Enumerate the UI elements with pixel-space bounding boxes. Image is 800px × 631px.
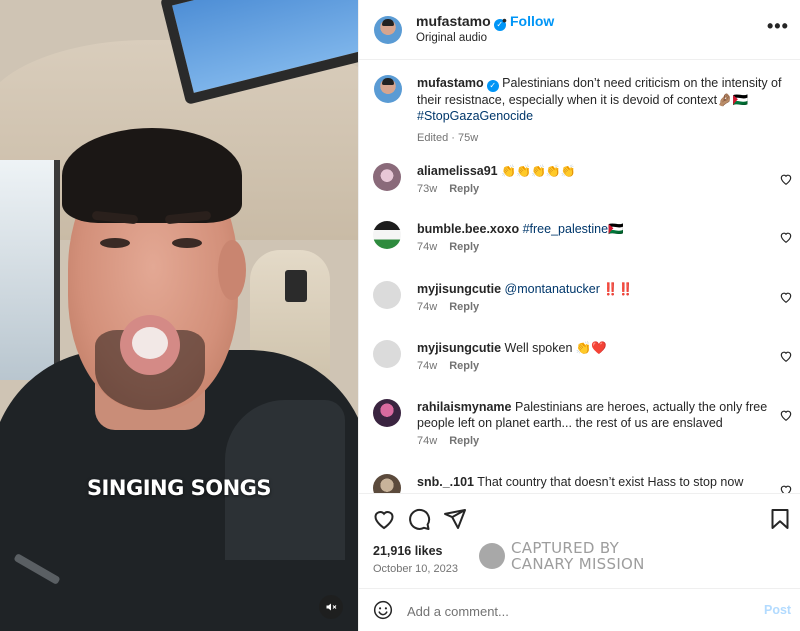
commenter-avatar[interactable] xyxy=(373,340,401,368)
post-button[interactable]: Post xyxy=(764,603,791,617)
heart-icon[interactable] xyxy=(779,483,793,493)
original-audio-link[interactable]: Original audio xyxy=(416,32,487,44)
mouth-inner xyxy=(132,327,168,359)
comment-item: rahilaismyname Palestinians are heroes, … xyxy=(373,399,793,461)
comment-item: myjisungcutie Well spoken 👏❤️ 74w Reply xyxy=(373,340,793,390)
comment-text: ‼️‼️ xyxy=(603,282,634,296)
comment-age: 74w xyxy=(417,360,438,372)
comment-age: 74w xyxy=(417,241,438,253)
heart-icon[interactable] xyxy=(779,230,793,244)
verified-icon: ✓ xyxy=(486,80,499,92)
commenter-avatar[interactable] xyxy=(373,399,401,427)
reply-button[interactable]: Reply xyxy=(449,435,479,447)
caption-meta: Edited · 75w xyxy=(417,132,479,144)
post-actions: 21,916 likes October 10, 2023 CAPTURED B… xyxy=(359,493,800,588)
commenter-avatar[interactable] xyxy=(373,281,401,309)
comment-username[interactable]: myjisungcutie xyxy=(417,282,501,296)
heart-icon[interactable] xyxy=(372,507,396,531)
comment-username[interactable]: bumble.bee.xoxo xyxy=(417,222,519,236)
comment-icon[interactable] xyxy=(407,507,431,531)
eye-right xyxy=(172,238,202,248)
mute-icon xyxy=(326,603,337,611)
comment-username[interactable]: myjisungcutie xyxy=(417,341,501,355)
video-caption: SINGING SONGS xyxy=(86,476,272,500)
add-comment-bar: Post xyxy=(359,588,800,631)
comment-text: 👏👏👏👏👏 xyxy=(501,164,576,178)
reply-button[interactable]: Reply xyxy=(449,183,479,195)
header-username-row[interactable]: mufastamo ✓ xyxy=(416,13,506,31)
post-caption: mufastamo ✓ Palestinians don’t need criti… xyxy=(417,75,787,144)
comment-item: myjisungcutie @montanatucker ‼️‼️ 74w Rep… xyxy=(373,281,793,331)
eye-left xyxy=(100,238,130,248)
comment-username[interactable]: snb._.101 xyxy=(417,475,474,489)
car-window xyxy=(0,160,60,380)
comment-item: bumble.bee.xoxo #free_palestine🇵🇸 74w Rep… xyxy=(373,221,793,271)
header-username[interactable]: mufastamo xyxy=(416,13,491,29)
reply-button[interactable]: Reply xyxy=(449,241,479,253)
comment-age: 74w xyxy=(417,435,438,447)
bookmark-icon[interactable] xyxy=(768,507,792,531)
hair xyxy=(62,128,242,223)
comment-text: Well spoken 👏❤️ xyxy=(504,341,607,355)
follow-button[interactable]: Follow xyxy=(510,13,554,29)
likes-count[interactable]: 21,916 likes xyxy=(373,544,443,558)
watermark-line2: CANARY MISSION xyxy=(511,555,645,573)
comment-mention[interactable]: @montanatucker xyxy=(505,282,600,296)
comment-age: 73w xyxy=(417,183,438,195)
caption-avatar[interactable] xyxy=(374,75,402,103)
comment-hashtag[interactable]: #free_palestine🇵🇸 xyxy=(523,222,624,236)
reply-button[interactable]: Reply xyxy=(449,360,479,372)
comments-list[interactable]: mufastamo ✓ Palestinians don’t need criti… xyxy=(359,61,800,493)
comment-age: 74w xyxy=(417,301,438,313)
canary-logo-icon xyxy=(479,543,505,569)
comment-item: snb._.101 That country that doesn’t exis… xyxy=(373,474,793,493)
comment-item: aliamelissa91 👏👏👏👏👏 73w Reply xyxy=(373,163,793,213)
headrest-clip xyxy=(285,270,307,302)
watermark-line1: CAPTURED BY xyxy=(511,539,620,557)
comment-username[interactable]: aliamelissa91 xyxy=(417,164,498,178)
caption-hashtag[interactable]: #StopGazaGenocide xyxy=(417,109,533,123)
ear xyxy=(218,240,246,300)
mute-button[interactable] xyxy=(319,595,343,619)
reel-video[interactable]: SINGING SONGS xyxy=(0,0,358,631)
separator-dot: • xyxy=(502,12,507,28)
heart-icon[interactable] xyxy=(779,172,793,186)
comment-username[interactable]: rahilaismyname xyxy=(417,400,512,414)
commenter-avatar[interactable] xyxy=(373,474,401,493)
reply-button[interactable]: Reply xyxy=(449,301,479,313)
emoji-icon[interactable] xyxy=(373,600,393,620)
heart-icon[interactable] xyxy=(779,290,793,304)
commenter-avatar[interactable] xyxy=(373,221,401,249)
share-icon[interactable] xyxy=(443,507,467,531)
caption-username[interactable]: mufastamo xyxy=(417,76,484,90)
heart-icon[interactable] xyxy=(779,408,793,422)
comment-text: That country that doesn’t exist Hass to … xyxy=(477,475,744,489)
post-date: October 10, 2023 xyxy=(373,563,459,575)
commenter-avatar[interactable] xyxy=(373,163,401,191)
avatar[interactable] xyxy=(374,16,402,44)
post-panel: mufastamo ✓ • Follow Original audio ••• m… xyxy=(358,0,800,631)
post-header: mufastamo ✓ • Follow Original audio ••• xyxy=(359,0,800,60)
comment-input[interactable] xyxy=(407,601,737,621)
heart-icon[interactable] xyxy=(779,349,793,363)
more-icon[interactable]: ••• xyxy=(767,16,789,37)
